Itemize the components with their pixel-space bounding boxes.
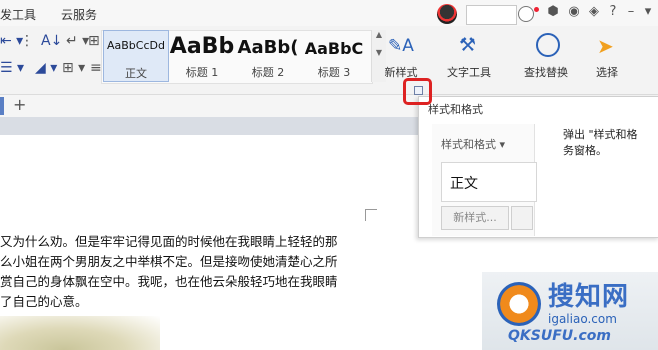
tooltip: 弹出 "样式和格 务窗格。 xyxy=(563,127,638,159)
watermark-logo-icon xyxy=(497,282,541,326)
active-tab-marker xyxy=(0,97,4,115)
new-style-icon: ✎A xyxy=(388,36,414,56)
text-tools-label: 文字工具 xyxy=(447,66,491,79)
select-label: 选择 xyxy=(596,66,618,79)
text-tools-icon: ⚒ xyxy=(459,34,477,56)
style-label: 标题 2 xyxy=(251,66,285,79)
border-icon[interactable]: ⊞ ▾ xyxy=(62,60,85,76)
tooltip-line: 务窗格。 xyxy=(563,144,607,157)
pane-secondary-button[interactable] xyxy=(511,206,533,230)
find-replace-button[interactable]: 查找替换 xyxy=(513,32,579,80)
shading-icon[interactable]: ◢ ▾ xyxy=(35,60,57,76)
sort-icon[interactable]: A↓ xyxy=(41,33,62,49)
find-replace-label: 查找替换 xyxy=(524,66,568,79)
magnifier-icon xyxy=(513,32,579,62)
show-marks-icon[interactable]: ↵ ▾ xyxy=(66,33,89,49)
more-icon[interactable]: ▾ xyxy=(641,5,655,19)
style-heading-3[interactable]: AaBbC 标题 3 xyxy=(301,30,367,82)
bullet-list-icon[interactable]: ⋮ xyxy=(20,33,34,49)
cursor-icon: ➤ xyxy=(597,34,614,58)
style-normal[interactable]: AaBbCcDd 正文 xyxy=(103,30,169,82)
margin-marker xyxy=(365,209,377,221)
style-preview: AaBbC xyxy=(304,39,364,58)
paragraph-line: 了自己的心意。 xyxy=(0,294,88,309)
watermark-title: 搜知网 xyxy=(548,282,630,312)
style-preview: AaBbCcDd xyxy=(107,39,165,52)
qq-icon[interactable] xyxy=(437,4,457,24)
menu-tab-cloud-service[interactable]: 云服务 xyxy=(61,6,97,23)
notification-dot-icon xyxy=(534,7,539,12)
pane-title: 样式和格式 xyxy=(428,103,483,116)
paragraph-line: 又为什么劝。但是牢牢记得见面的时候他在我眼睛上轻轻的那 xyxy=(0,234,338,249)
watermark-site: igaliao.com xyxy=(548,312,617,326)
pane-dropdown[interactable]: 样式和格式 ▾ xyxy=(441,136,505,152)
style-label: 标题 1 xyxy=(185,66,219,79)
watermark-site-2: QKSUFU.com xyxy=(508,328,611,344)
highlight-box xyxy=(403,78,432,105)
style-label: 标题 3 xyxy=(317,66,351,79)
style-preview: AaBb xyxy=(169,34,235,59)
add-tab-button[interactable]: + xyxy=(13,95,26,114)
paragraph-line: 么小姐在两个男朋友之中举棋不定。但是接吻使她清楚心之所 xyxy=(0,254,338,269)
menu-tab-dev-tools[interactable]: 发工具 xyxy=(0,6,36,23)
text-tools-button[interactable]: ⚒ 文字工具 xyxy=(437,32,501,80)
new-style-button[interactable]: ✎A 新样式 xyxy=(372,32,430,80)
face-icon[interactable] xyxy=(518,6,534,22)
style-preview: AaBb( xyxy=(237,37,299,58)
list-icon[interactable]: ☰ ▾ xyxy=(0,60,24,76)
page-gap xyxy=(0,117,418,135)
document-photo xyxy=(0,316,160,350)
current-style-label: 正文 xyxy=(450,176,478,192)
pane-new-style-button[interactable]: 新样式... xyxy=(441,206,509,230)
current-style-box[interactable]: 正文 xyxy=(441,162,537,202)
select-button[interactable]: ➤ 选择 xyxy=(583,32,631,80)
style-heading-1[interactable]: AaBb 标题 1 xyxy=(169,30,235,82)
minimize-icon[interactable]: – xyxy=(624,5,638,19)
table-icon[interactable]: ⊞ xyxy=(88,33,100,49)
tooltip-line: 弹出 "样式和格 xyxy=(563,128,638,141)
help-icon[interactable]: ? xyxy=(606,5,620,19)
settings-hex-icon[interactable]: ⬢ xyxy=(546,5,560,19)
paragraph-line: 赏自己的身体飘在空中。我呢，也在他云朵般轻巧地在我眼睛 xyxy=(0,274,338,289)
align-icon[interactable]: ≡ xyxy=(90,60,102,76)
style-label: 正文 xyxy=(125,67,147,80)
circle-icon[interactable]: ◉ xyxy=(567,5,581,19)
skin-icon[interactable]: ◈ xyxy=(587,5,601,19)
style-heading-2[interactable]: AaBb( 标题 2 xyxy=(235,30,301,82)
account-box[interactable] xyxy=(466,5,517,25)
